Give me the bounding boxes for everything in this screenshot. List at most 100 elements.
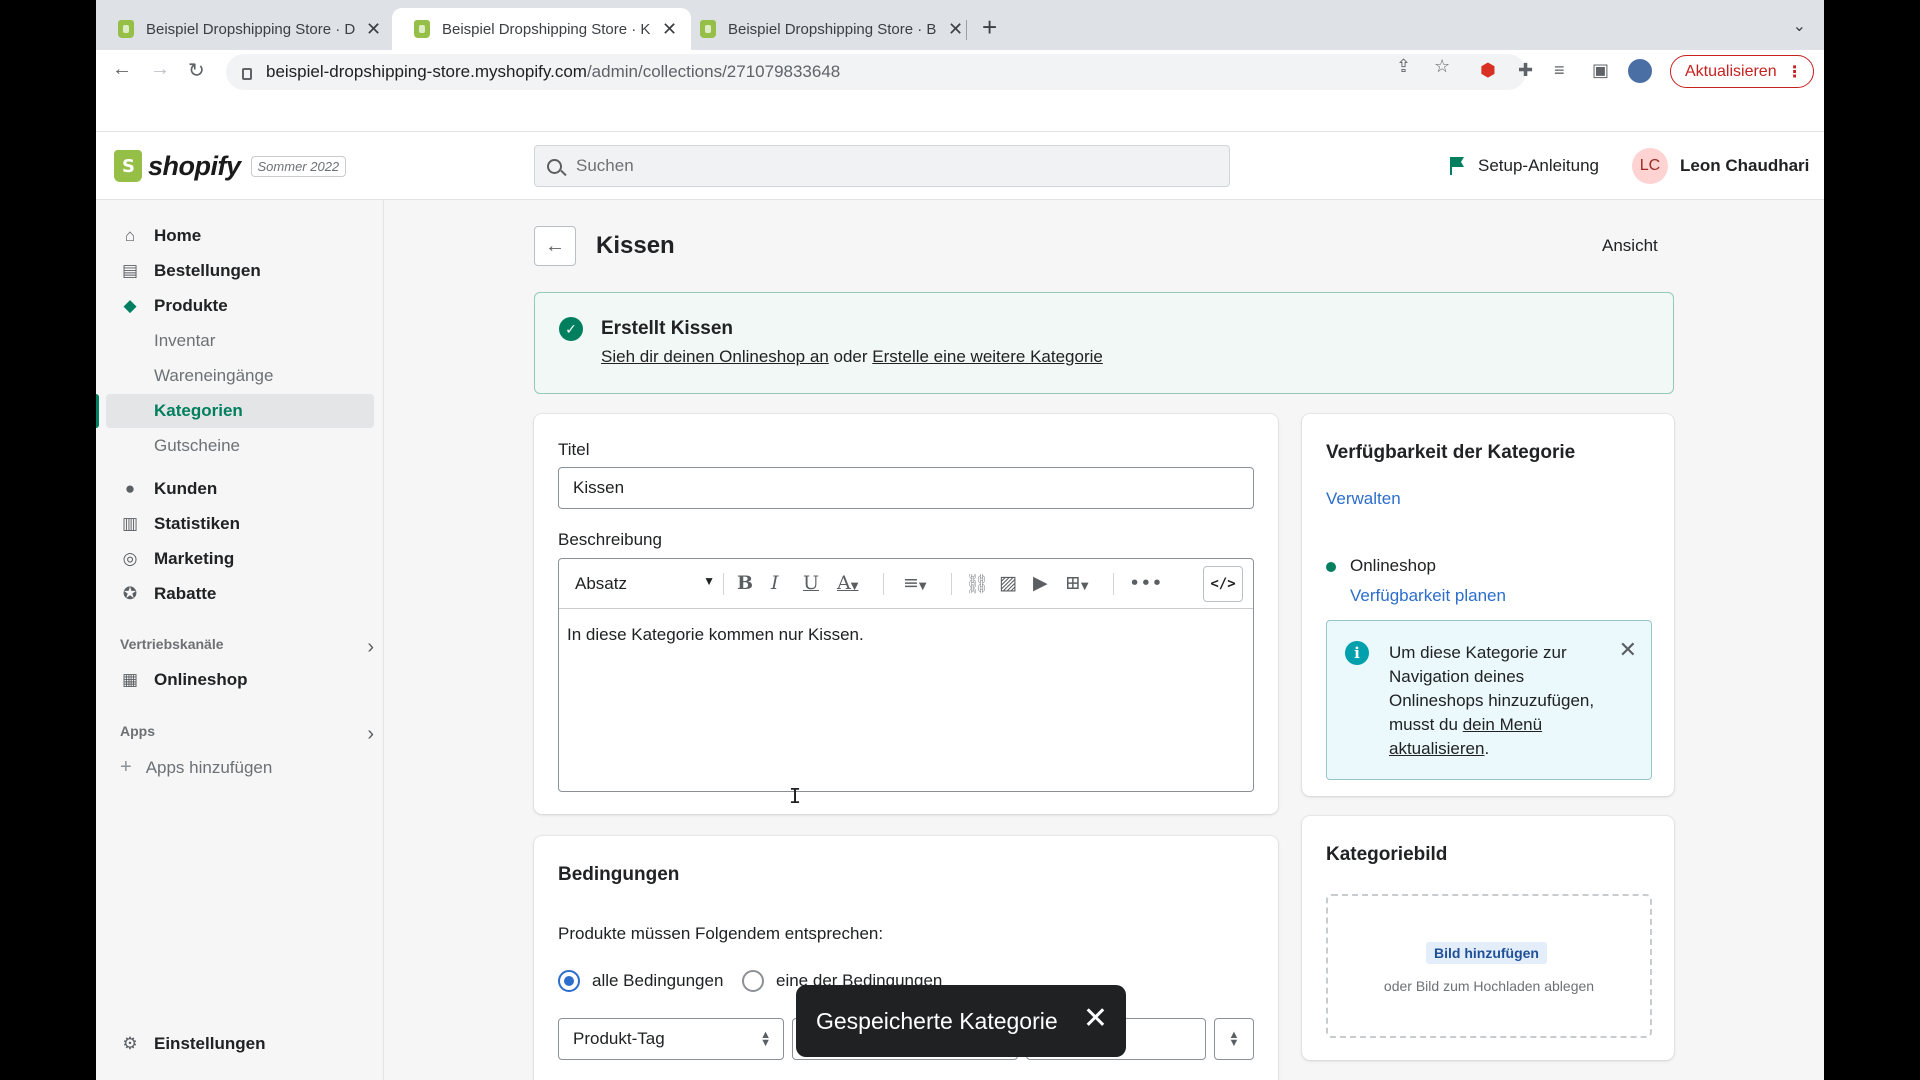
more-vert-icon[interactable]: ⋮ <box>1787 62 1803 82</box>
side-panel-icon[interactable]: ▣ <box>1592 60 1609 81</box>
info-text: Um diese Kategorie zur Navigation deines… <box>1389 641 1615 761</box>
add-image-button[interactable]: Bild hinzufügen <box>1426 942 1547 964</box>
sidebar-item-marketing[interactable]: ◎ Marketing <box>106 543 374 575</box>
sidebar-item-onlineshop[interactable]: ▦ Onlineshop <box>106 664 374 696</box>
sidebar-item-collections[interactable]: Kategorien <box>106 394 374 428</box>
apps-heading[interactable]: Apps › <box>120 723 374 746</box>
sidebar-item-label: Kunden <box>154 479 218 498</box>
reload-icon[interactable]: ↻ <box>188 58 205 83</box>
active-indicator <box>96 394 99 428</box>
info-text-end: . <box>1484 739 1490 758</box>
format-value: Absatz <box>575 574 627 593</box>
radio-all-conditions[interactable] <box>558 970 580 992</box>
new-tab-icon[interactable]: + <box>982 14 997 40</box>
shopify-logo[interactable]: shopify Sommer 2022 <box>114 150 347 182</box>
table-icon[interactable]: ⊞▼ <box>1065 572 1089 594</box>
page-title: Kissen <box>596 232 675 259</box>
title-field[interactable]: Kissen <box>558 467 1254 509</box>
person-icon: ● <box>124 479 136 498</box>
profile-avatar-icon[interactable] <box>1628 59 1652 83</box>
condition-stepper[interactable]: ▲ ▼ <box>1214 1018 1254 1060</box>
sales-channels-heading[interactable]: Vertriebskanäle › <box>120 636 374 659</box>
browser-tab-3[interactable]: Beispiel Dropshipping Store · B ✕ <box>678 8 977 50</box>
browser-tab-1[interactable]: Beispiel Dropshipping Store · D ✕ <box>96 8 395 50</box>
sidebar-item-label: Statistiken <box>154 514 240 533</box>
description-content[interactable]: In diese Kategorie kommen nur Kissen. <box>567 625 864 645</box>
italic-icon[interactable]: I <box>771 572 779 594</box>
puzzle-icon[interactable]: ✚ <box>1518 60 1533 81</box>
text-cursor-icon: I <box>789 784 802 808</box>
back-button[interactable]: ← <box>534 226 576 266</box>
sidebar-item-analytics[interactable]: ▥ Statistiken <box>106 508 374 540</box>
bar-chart-icon: ▥ <box>121 514 139 533</box>
image-card-heading: Kategoriebild <box>1326 844 1448 865</box>
sidebar-item-products[interactable]: ◆ Produkte <box>106 290 374 322</box>
align-icon[interactable]: ≡▼ <box>903 572 927 594</box>
editor-toolbar: Absatz ▼ B I U A▼ ≡▼ ⛓ ▨ ▶ ⊞▼ ••• </> <box>559 559 1253 609</box>
gear-icon: ⚙ <box>122 1034 138 1053</box>
tab-title: Beispiel Dropshipping Store · K <box>442 20 651 38</box>
flag-icon <box>1450 157 1464 175</box>
close-icon[interactable]: ✕ <box>1083 1001 1108 1036</box>
view-button[interactable]: Ansicht <box>1602 236 1658 256</box>
add-apps-link[interactable]: + Apps hinzufügen <box>120 756 272 779</box>
title-label: Titel <box>558 440 590 459</box>
chevron-down-icon[interactable]: ⌄ <box>1793 16 1806 36</box>
forward-arrow-icon[interactable]: → <box>150 58 170 81</box>
details-card: Titel Kissen Beschreibung Absatz ▼ B I U… <box>534 414 1278 814</box>
chevron-right-icon[interactable]: › <box>367 636 374 659</box>
radio-any-condition[interactable] <box>742 970 764 992</box>
sidebar-item-home[interactable]: ⌂ Home <box>106 220 374 252</box>
chevron-right-icon[interactable]: › <box>367 723 374 746</box>
search-input[interactable]: Suchen <box>534 145 1230 187</box>
sidebar-item-gift-cards[interactable]: Gutscheine <box>106 429 374 463</box>
setup-guide-button[interactable]: Setup-Anleitung <box>1450 156 1599 176</box>
sidebar-item-inventory[interactable]: Inventar <box>106 324 374 358</box>
shopify-favicon-icon <box>118 20 134 38</box>
extension-shield-icon[interactable]: ⬢ <box>1480 60 1496 81</box>
more-horizontal-icon[interactable]: ••• <box>1129 572 1163 594</box>
underline-icon[interactable]: U <box>803 572 819 594</box>
address-bar[interactable]: beispiel-dropshipping-store.myshopify.co… <box>226 54 1526 90</box>
dropzone-hint: oder Bild zum Hochladen ablegen <box>1383 978 1595 994</box>
image-dropzone[interactable]: Bild hinzufügen oder Bild zum Hochladen … <box>1326 894 1652 1038</box>
bold-icon[interactable]: B <box>737 572 753 594</box>
toolbar-divider <box>883 573 884 595</box>
sidebar-item-label: Home <box>154 226 202 245</box>
condition-field-select[interactable]: Produkt-Tag ▲ ▼ <box>558 1018 784 1060</box>
radio-all-label: alle Bedingungen <box>592 971 724 990</box>
toast-message: Gespeicherte Kategorie <box>816 1007 1058 1034</box>
close-icon[interactable]: ✕ <box>1619 637 1637 663</box>
sidebar-item-discounts[interactable]: ✪ Rabatte <box>106 578 374 610</box>
format-select[interactable]: Absatz ▼ <box>575 574 715 594</box>
code-view-icon[interactable]: </> <box>1203 566 1243 602</box>
create-collection-link[interactable]: Erstelle eine weitere Kategorie <box>872 347 1103 366</box>
share-icon[interactable]: ⇪ <box>1396 56 1411 77</box>
text-color-icon[interactable]: A▼ <box>837 572 858 594</box>
link-icon[interactable]: ⛓ <box>965 572 989 595</box>
close-icon[interactable]: ✕ <box>662 19 677 40</box>
browser-tabbar: Beispiel Dropshipping Store · D ✕ Beispi… <box>96 0 1824 50</box>
view-onlineshop-link[interactable]: Sieh dir deinen Onlineshop an <box>601 347 829 366</box>
sidebar-item-transfers[interactable]: Wareneingänge <box>106 359 374 393</box>
inbox-icon: ▤ <box>121 261 139 280</box>
video-icon[interactable]: ▶ <box>1033 572 1048 594</box>
availability-card: Verfügbarkeit der Kategorie Verwalten On… <box>1302 414 1674 796</box>
sidebar-item-label: Wareneingänge <box>154 366 274 385</box>
sidebar-item-orders[interactable]: ▤ Bestellungen <box>106 255 374 287</box>
close-icon[interactable]: ✕ <box>366 19 381 40</box>
sidebar-item-settings[interactable]: ⚙ Einstellungen <box>106 1028 374 1060</box>
user-menu[interactable]: LC Leon Chaudhari <box>1632 148 1809 184</box>
caret-down-icon: ▼ <box>703 574 715 588</box>
back-arrow-icon[interactable]: ← <box>112 58 132 81</box>
media-queue-icon[interactable]: ≡ <box>1554 60 1565 81</box>
update-browser-button[interactable]: Aktualisieren ⋮ <box>1670 55 1814 88</box>
field-select-value: Produkt-Tag <box>573 1029 665 1048</box>
close-icon[interactable]: ✕ <box>948 19 963 40</box>
sidebar-item-customers[interactable]: ● Kunden <box>106 473 374 505</box>
manage-link[interactable]: Verwalten <box>1326 489 1401 509</box>
image-icon[interactable]: ▨ <box>999 572 1017 594</box>
browser-tab-2[interactable]: Beispiel Dropshipping Store · K ✕ <box>392 8 692 50</box>
star-icon[interactable]: ☆ <box>1434 56 1450 77</box>
schedule-availability-link[interactable]: Verfügbarkeit planen <box>1350 586 1506 606</box>
